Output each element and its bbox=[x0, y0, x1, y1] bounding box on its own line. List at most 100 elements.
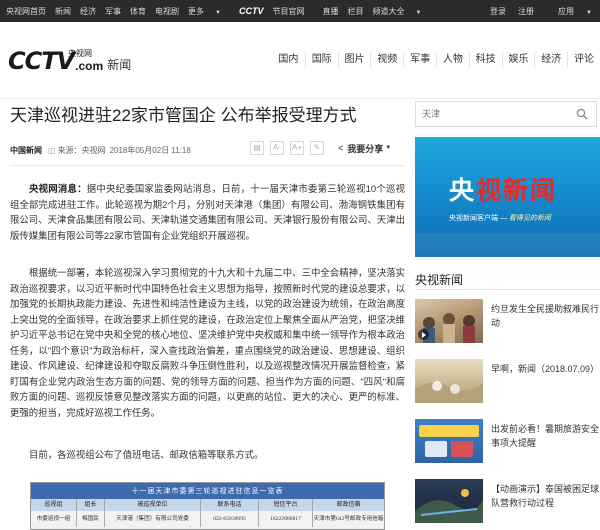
list-item[interactable]: 出发前必看！暑期旅游安全事项大提醒 bbox=[415, 419, 600, 469]
share-icon: < bbox=[338, 143, 344, 153]
nav-item-video[interactable]: 视频 bbox=[370, 52, 403, 68]
right-sidebar: 央视新闻 央视新闻客户端 — 看得见的新闻 央视新闻 约旦发生全民援助叙难民行动… bbox=[415, 99, 600, 530]
nav-item-photos[interactable]: 图片 bbox=[337, 52, 371, 68]
list-item[interactable]: 【动画演示】泰国被困足球队营救行动过程 bbox=[415, 479, 600, 529]
nav-item-military[interactable]: 军事 bbox=[403, 52, 436, 68]
sidebar-divider bbox=[415, 289, 600, 290]
nav-item-entertainment[interactable]: 娱乐 bbox=[501, 52, 535, 68]
cave-rescue-graphic bbox=[415, 489, 483, 523]
news-item-title: 出发前必看！暑期旅游安全事项大提醒 bbox=[491, 424, 600, 448]
banner-slogan: 看得见的新闻 bbox=[508, 215, 551, 222]
font-decrease-button[interactable]: A- bbox=[270, 141, 284, 155]
top-bar-right-links: 登录 注册 应用 ▼ bbox=[478, 0, 592, 22]
meta-divider bbox=[10, 165, 405, 166]
table-cell: 022-65838995 bbox=[201, 511, 259, 527]
news-thumbnail-image bbox=[415, 419, 483, 463]
article-tools: ▤ A- A+ ✎ < 我要分享 ▼ bbox=[250, 141, 391, 155]
banner-sub-text: 央视新闻客户端 — bbox=[449, 215, 507, 222]
logo-cctv-text: CCTV bbox=[8, 47, 75, 75]
article-main: 天津巡视进驻22家市管国企 公布举报受理方式 中国新闻 ◫ 来源：央视网 201… bbox=[0, 99, 415, 530]
news-thumbnail-image bbox=[415, 479, 483, 523]
register-link[interactable]: 注册 bbox=[518, 6, 534, 17]
article-paragraph-1: 央视网消息：据中央纪委国家监委网站消息，日前，十一届天津市委第三轮巡视10个巡视… bbox=[10, 181, 405, 243]
top-link-sports[interactable]: 体育 bbox=[130, 6, 146, 17]
table-header-row: 巡视组 组长 被巡视单位 联系电话 短信平台 邮政信箱 bbox=[31, 499, 384, 511]
travel-safety-graphic bbox=[419, 425, 479, 457]
search-icon[interactable] bbox=[576, 108, 588, 120]
lead-label: 央视网消息： bbox=[29, 183, 87, 194]
table-cell: 18222086817 bbox=[259, 511, 313, 527]
landscape-image-graphic bbox=[415, 381, 483, 403]
comment-icon[interactable]: ✎ bbox=[310, 141, 324, 155]
top-link-news[interactable]: 新闻 bbox=[55, 6, 71, 17]
top-link-live[interactable]: 直播 bbox=[322, 6, 338, 17]
publish-date: 2018年05月02日 11:18 bbox=[109, 146, 191, 155]
table-caption: 十一届天津市委第三轮巡视进驻信息一览表 bbox=[31, 483, 384, 499]
news-item-title: 约旦发生全民援助叙难民行动 bbox=[491, 304, 600, 328]
programs-label: 节目官网 bbox=[272, 6, 305, 16]
search-input[interactable] bbox=[416, 102, 566, 126]
table-row: 市委巡视一组 梅国民 天津港（集团）有限公司党委 022-65838995 18… bbox=[31, 511, 384, 527]
article-meta: 中国新闻 ◫ 来源：央视网 2018年05月02日 11:18 bbox=[10, 145, 191, 156]
logo-cn-text: 央视网 bbox=[68, 49, 92, 58]
news-item-title: 早啊，新闻（2018.07.09） bbox=[491, 364, 600, 374]
main-navigation: 国内 国际 图片 视频 军事 人物 科技 娱乐 经济 评论 bbox=[272, 52, 600, 68]
print-icon[interactable]: ▤ bbox=[250, 141, 264, 155]
table-cell: 天津市第642号邮政专用信箱 bbox=[313, 516, 384, 522]
top-link-economy[interactable]: 经济 bbox=[80, 6, 96, 17]
nav-item-domestic[interactable]: 国内 bbox=[272, 52, 305, 68]
font-increase-button[interactable]: A+ bbox=[290, 141, 304, 155]
list-item[interactable]: 约旦发生全民援助叙难民行动 bbox=[415, 299, 600, 349]
top-link-more-label: 更多 bbox=[188, 6, 204, 16]
nav-item-economy[interactable]: 经济 bbox=[534, 52, 567, 68]
banner-stripe bbox=[415, 233, 600, 257]
nav-item-commentary[interactable]: 评论 bbox=[567, 52, 600, 68]
top-link-tv-series[interactable]: 电视剧 bbox=[155, 6, 179, 17]
apps-menu[interactable]: 应用 ▼ bbox=[546, 6, 592, 17]
table-cell: 市委巡视一组 bbox=[31, 511, 77, 527]
news-item-title: 【动画演示】泰国被困足球队营救行动过程 bbox=[491, 484, 600, 508]
list-item[interactable]: 早啊，新闻（2018.07.09） bbox=[415, 359, 600, 409]
share-label: 我要分享 bbox=[347, 143, 384, 154]
cctv-programs-link[interactable]: CCTV 节目官网 bbox=[239, 6, 314, 17]
nav-item-people[interactable]: 人物 bbox=[435, 52, 469, 68]
table-cell: 天津港（集团）有限公司党委 bbox=[105, 511, 201, 527]
nav-item-tech[interactable]: 科技 bbox=[468, 52, 502, 68]
table-header-cell: 邮政信箱 bbox=[336, 502, 361, 508]
news-thumbnail-image bbox=[415, 299, 483, 343]
banner-subtitle: 央视新闻客户端 — 看得见的新闻 bbox=[449, 213, 551, 223]
chevron-down-icon: ▼ bbox=[586, 9, 592, 16]
top-link-columns[interactable]: 栏目 bbox=[347, 6, 363, 17]
table-header-cell: 组长 bbox=[77, 499, 105, 511]
top-link-more[interactable]: 更多 ▼ bbox=[188, 6, 230, 17]
banner-title-part-1: 央 bbox=[449, 177, 477, 205]
cctv-mini-logo: CCTV bbox=[238, 5, 264, 16]
top-navigation-bar: 央视网首页 新闻 经济 军事 体育 电视剧 更多 ▼ CCTV 节目官网 直播 栏目… bbox=[0, 0, 600, 22]
cctv-news-app-banner[interactable]: 央视新闻 央视新闻客户端 — 看得见的新闻 bbox=[415, 137, 600, 257]
article-paragraph-3: 目前，各巡视组公布了值班电话、邮政信箱等联系方式。 bbox=[29, 449, 264, 460]
table-header-cell: 短信平台 bbox=[259, 499, 313, 511]
banner-title-part-2: 视新闻 bbox=[476, 177, 558, 205]
chevron-down-icon: ▼ bbox=[385, 145, 392, 151]
search-box bbox=[415, 101, 597, 127]
source-icon: ◫ bbox=[48, 146, 56, 155]
video-play-icon bbox=[418, 329, 429, 340]
login-link[interactable]: 登录 bbox=[490, 6, 506, 17]
cctv-news-logo[interactable]: CCTV .com 央视网 新闻 bbox=[8, 47, 131, 75]
nav-item-international[interactable]: 国际 bbox=[304, 52, 338, 68]
table-cell: 梅国民 bbox=[77, 511, 105, 527]
sidebar-section-title: 央视新闻 bbox=[415, 273, 464, 287]
article-title: 天津巡视进驻22家市管国企 公布举报受理方式 bbox=[10, 106, 357, 125]
top-link-military[interactable]: 军事 bbox=[105, 6, 121, 17]
logo-domain: .com bbox=[75, 59, 104, 73]
share-button[interactable]: < 我要分享 ▼ bbox=[338, 142, 391, 155]
inspection-info-table: 十一届天津市委第三轮巡视进驻信息一览表 巡视组 组长 被巡视单位 联系电话 短信… bbox=[30, 482, 385, 530]
chevron-down-icon: ▼ bbox=[215, 9, 221, 16]
top-bar-left-links: 央视网首页 新闻 经济 军事 体育 电视剧 更多 ▼ CCTV 节目官网 直播 栏目… bbox=[6, 0, 439, 22]
table-header-cell: 巡视组 bbox=[31, 499, 77, 511]
top-link-cctv-home[interactable]: 央视网首页 bbox=[6, 6, 46, 17]
top-link-channels[interactable]: 频道大全 ▼ bbox=[372, 6, 430, 17]
news-thumbnail-image bbox=[415, 359, 483, 403]
article-paragraph-2: 根据统一部署，本轮巡视深入学习贯彻党的十九大和十九届二中、三中全会精神，坚决落实… bbox=[10, 267, 405, 418]
site-header: CCTV .com 央视网 新闻 国内 国际 图片 视频 军事 人物 科技 娱乐… bbox=[0, 22, 600, 98]
